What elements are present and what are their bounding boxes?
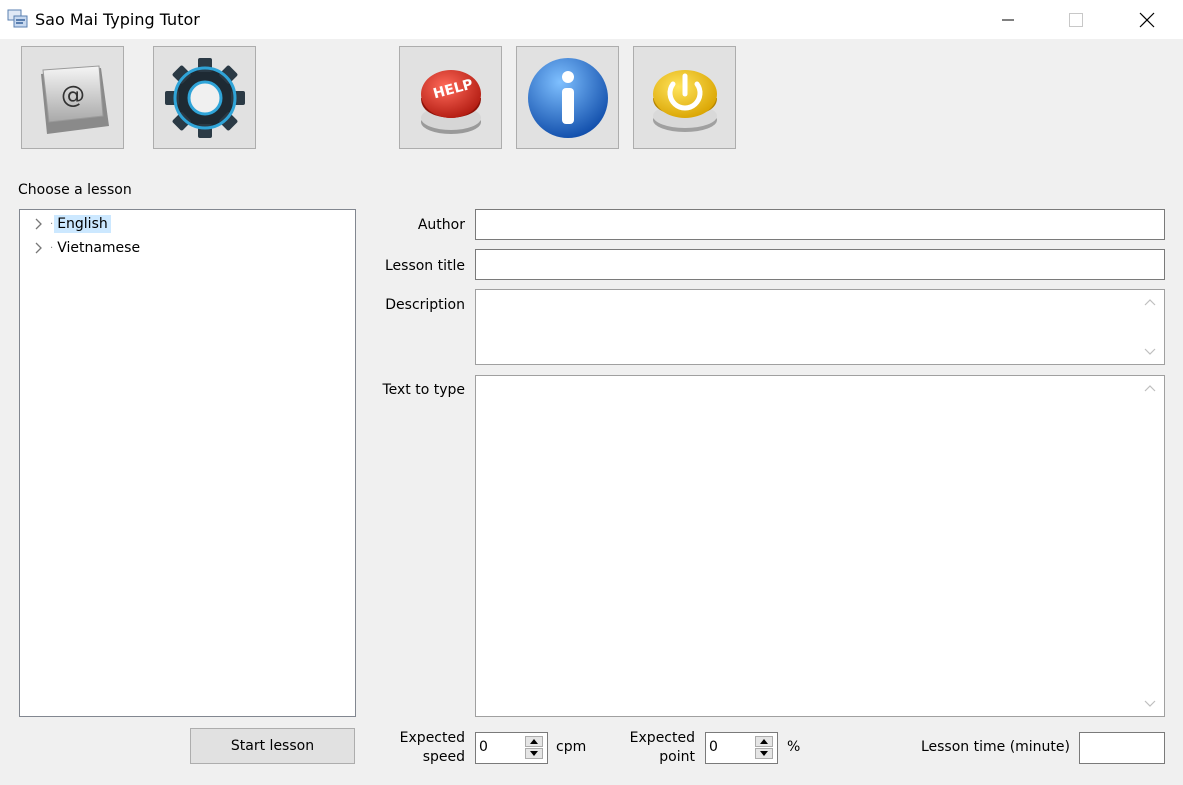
exit-button[interactable] <box>633 46 736 149</box>
keyboard-key-icon: @ <box>40 64 109 134</box>
tree-item-label: English <box>54 215 111 233</box>
text-to-type-label: Text to type <box>382 382 465 398</box>
tree-connector: · <box>50 242 54 254</box>
spinner-down-button[interactable] <box>525 748 543 759</box>
spinner-down-button[interactable] <box>755 748 773 759</box>
expected-point-value: 0 <box>709 739 718 755</box>
text-to-type-scrollbar[interactable] <box>1137 376 1164 716</box>
scroll-down-icon[interactable] <box>1144 348 1156 356</box>
lesson-time-field[interactable] <box>1079 732 1165 764</box>
keyboard-button[interactable]: @ <box>21 46 124 149</box>
tree-item-vietnamese[interactable]: · Vietnamese <box>32 237 143 259</box>
lesson-tree[interactable]: · English · Vietnamese <box>19 209 356 717</box>
expected-speed-label-line1: Expected <box>399 730 465 746</box>
arrow-down-icon <box>760 751 768 756</box>
settings-gear-icon <box>164 57 245 138</box>
arrow-up-icon <box>530 739 538 744</box>
lesson-time-label: Lesson time (minute) <box>920 739 1070 755</box>
scroll-up-icon[interactable] <box>1144 298 1156 306</box>
chevron-right-icon[interactable] <box>32 241 46 255</box>
text-to-type-field[interactable] <box>475 375 1165 717</box>
power-exit-icon <box>652 69 717 132</box>
close-icon <box>1139 12 1155 27</box>
choose-lesson-label: Choose a lesson <box>18 182 132 198</box>
arrow-up-icon <box>760 739 768 744</box>
scroll-down-icon[interactable] <box>1144 700 1156 708</box>
expected-speed-spinner[interactable]: 0 <box>475 732 548 764</box>
author-label: Author <box>417 217 465 233</box>
description-field[interactable] <box>475 289 1165 365</box>
window-title: Sao Mai Typing Tutor <box>35 10 200 29</box>
spinner-up-button[interactable] <box>525 736 543 747</box>
description-scrollbar[interactable] <box>1137 290 1164 364</box>
expected-speed-label: Expected speed <box>400 729 465 767</box>
description-label: Description <box>385 297 465 313</box>
spinner-arrows[interactable] <box>755 736 773 760</box>
title-bar: Sao Mai Typing Tutor <box>0 0 1183 40</box>
info-icon <box>527 57 608 138</box>
tree-item-english[interactable]: · English <box>32 213 111 235</box>
speed-unit-label: cpm <box>556 739 587 755</box>
spinner-up-button[interactable] <box>755 736 773 747</box>
expected-point-label-line2: point <box>659 749 695 765</box>
arrow-down-icon <box>530 751 538 756</box>
chevron-right-icon[interactable] <box>32 217 46 231</box>
expected-speed-label-line2: speed <box>422 749 465 765</box>
help-button-icon: HELP <box>420 69 481 134</box>
minimize-icon <box>1002 19 1014 20</box>
help-button[interactable]: HELP <box>399 46 502 149</box>
point-unit-label: % <box>787 739 801 755</box>
spinner-arrows[interactable] <box>525 736 543 760</box>
svg-text:@: @ <box>61 81 85 109</box>
lesson-title-label: Lesson title <box>384 258 465 274</box>
minimize-button[interactable] <box>985 0 1031 39</box>
maximize-button[interactable] <box>1053 0 1099 39</box>
expected-point-label-line1: Expected <box>629 730 695 746</box>
app-icon <box>7 9 28 28</box>
start-lesson-button[interactable]: Start lesson <box>190 728 355 764</box>
info-button[interactable] <box>516 46 619 149</box>
lesson-title-field[interactable] <box>475 249 1165 280</box>
author-field[interactable] <box>475 209 1165 240</box>
tree-item-label: Vietnamese <box>57 240 141 256</box>
expected-speed-value: 0 <box>479 739 488 755</box>
expected-point-label: Expected point <box>630 729 695 767</box>
scroll-up-icon[interactable] <box>1144 384 1156 392</box>
close-button[interactable] <box>1124 0 1170 39</box>
tree-connector: · <box>50 218 54 230</box>
expected-point-spinner[interactable]: 0 <box>705 732 778 764</box>
maximize-icon <box>1069 12 1083 27</box>
settings-button[interactable] <box>153 46 256 149</box>
